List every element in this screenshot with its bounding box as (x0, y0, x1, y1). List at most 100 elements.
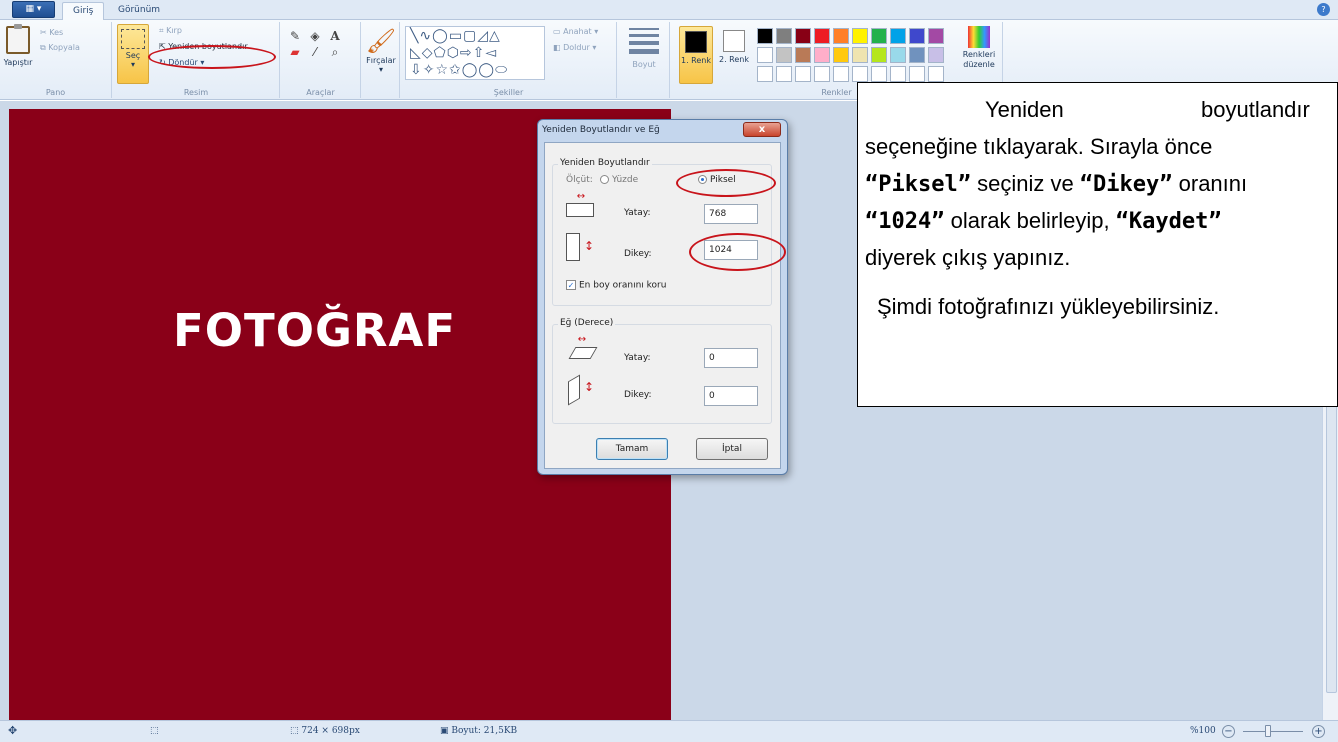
percent-radio[interactable]: Yüzde (600, 175, 638, 185)
group-size: Boyut (618, 22, 670, 98)
callout-word-1: Yeniden (985, 97, 1064, 122)
group-clipboard: Yapıştır ✂ Kes ⧉ Kopyala Pano (0, 22, 112, 98)
color-swatch[interactable] (852, 47, 868, 63)
edit-colors-button[interactable]: Renkleri düzenle (959, 26, 999, 70)
color-swatch[interactable] (757, 28, 773, 44)
crop-button[interactable]: ⌗ Kırp (159, 25, 182, 37)
color-swatch[interactable] (833, 28, 849, 44)
cut-button[interactable]: ✂ Kes (40, 27, 63, 39)
fill-label: Doldur ▾ (563, 43, 597, 52)
brushes-button[interactable]: 🖌 Fırçalar ▾ (364, 26, 398, 74)
magnifier-icon[interactable]: ⌕ (328, 45, 342, 59)
select-label: Seç (125, 51, 141, 60)
text-tool-icon[interactable]: A (328, 29, 342, 43)
width-input[interactable]: 768 (704, 204, 758, 224)
width-label: Yatay: (624, 208, 651, 218)
callout-save: “Kaydet” (1115, 209, 1222, 234)
color-swatch[interactable] (833, 47, 849, 63)
palette-row-2 (757, 47, 957, 64)
ribbon-tab-strip: ▦ ▾ Giriş Görünüm ? (0, 0, 1338, 20)
instruction-callout: Yeniden boyutlandır seçeneğine tıklayara… (857, 82, 1338, 407)
clipboard-icon (6, 24, 30, 54)
color2-label: 2. Renk (719, 55, 749, 64)
fill-bucket-icon[interactable]: ◈ (308, 29, 322, 43)
color-swatch[interactable] (814, 28, 830, 44)
resize-group-label: Yeniden Boyutlandır (558, 158, 652, 168)
color-swatch[interactable] (757, 66, 773, 82)
color-swatch[interactable] (871, 47, 887, 63)
cancel-button[interactable]: İptal (696, 438, 768, 460)
color-swatch[interactable] (890, 47, 906, 63)
color-picker-icon[interactable]: ⁄ (308, 45, 322, 59)
copy-button[interactable]: ⧉ Kopyala (40, 42, 80, 54)
paste-button[interactable]: Yapıştır (2, 24, 34, 67)
color-swatch[interactable] (795, 47, 811, 63)
color2-swatch (723, 30, 745, 52)
color-swatch[interactable] (909, 47, 925, 63)
color-swatch[interactable] (776, 47, 792, 63)
horizontal-skew-icon: ↔ (566, 335, 598, 362)
color-swatch[interactable] (795, 66, 811, 82)
skew-horizontal-label: Yatay: (624, 353, 651, 363)
color-swatch[interactable] (928, 66, 944, 82)
palette-row-3 (757, 66, 957, 83)
select-button[interactable]: Seç ▾ (117, 24, 149, 84)
color-swatch[interactable] (890, 66, 906, 82)
color-swatch[interactable] (814, 66, 830, 82)
dimensions-label: 724 × 698px (301, 726, 360, 736)
color-swatch[interactable] (909, 66, 925, 82)
color-swatch[interactable] (776, 66, 792, 82)
color-swatch[interactable] (852, 28, 868, 44)
zoom-slider-thumb[interactable] (1265, 725, 1271, 737)
color-swatch[interactable] (776, 28, 792, 44)
color-palette (757, 28, 957, 85)
size-button[interactable]: Boyut (626, 26, 662, 69)
cut-label: Kes (49, 28, 64, 37)
color-swatch[interactable] (795, 28, 811, 44)
color-swatch[interactable] (814, 47, 830, 63)
tab-home[interactable]: Giriş (62, 2, 105, 20)
callout-value: “1024” (865, 209, 945, 234)
zoom-in-button[interactable]: + (1312, 725, 1325, 738)
resize-highlight-ellipse (148, 45, 276, 69)
color2-button[interactable]: 2. Renk (717, 26, 751, 84)
pencil-icon[interactable]: ✎ (288, 29, 302, 43)
color-swatch[interactable] (890, 28, 906, 44)
selection-icon (121, 29, 145, 49)
keep-ratio-checkbox[interactable]: ✓ En boy oranını koru (566, 280, 666, 291)
status-bar: ✥ ⬚ ⬚ 724 × 698px ▣ Boyut: 21,5KB %100 −… (0, 720, 1338, 742)
callout-line-3: “Piksel” seçiniz ve “Dikey” oranını (865, 165, 1333, 203)
callout-line-4-mid: olarak belirleyip, (944, 208, 1116, 233)
color-swatch[interactable] (871, 28, 887, 44)
zoom-out-button[interactable]: − (1222, 725, 1235, 738)
close-icon[interactable]: x (743, 122, 781, 137)
group-label-tools: Araçlar (306, 88, 335, 97)
horizontal-resize-icon: ↔ (566, 192, 596, 219)
percent-label: Yüzde (612, 175, 639, 185)
shapes-gallery[interactable]: ╲∿◯▭▢◿△ ◺◇⬠⬡⇨⇧◅ ⇩✧☆✩◯◯⬭ (405, 26, 545, 80)
height-highlight-ellipse (689, 233, 786, 271)
paste-label: Yapıştır (3, 58, 33, 67)
tab-view[interactable]: Görünüm (108, 2, 170, 20)
help-icon[interactable]: ? (1317, 3, 1330, 16)
color1-button[interactable]: 1. Renk (679, 26, 713, 84)
group-tools: ✎ ◈ A ▰ ⁄ ⌕ Araçlar (281, 22, 361, 98)
selection-size-icon: ⬚ (150, 726, 159, 736)
color-swatch[interactable] (928, 28, 944, 44)
color-swatch[interactable] (909, 28, 925, 44)
zoom-slider[interactable] (1243, 731, 1303, 732)
outline-button[interactable]: ▭ Anahat ▾ (553, 26, 598, 38)
app-menu-button[interactable]: ▦ ▾ (12, 1, 55, 18)
fill-button[interactable]: ◧ Doldur ▾ (553, 42, 596, 54)
color-swatch[interactable] (833, 66, 849, 82)
ok-button[interactable]: Tamam (596, 438, 668, 460)
outline-label: Anahat ▾ (563, 27, 599, 36)
skew-vertical-input[interactable]: 0 (704, 386, 758, 406)
color-swatch[interactable] (852, 66, 868, 82)
skew-horizontal-input[interactable]: 0 (704, 348, 758, 368)
eraser-icon[interactable]: ▰ (288, 45, 302, 59)
group-label-shapes: Şekiller (493, 88, 524, 97)
color-swatch[interactable] (757, 47, 773, 63)
color-swatch[interactable] (871, 66, 887, 82)
color-swatch[interactable] (928, 47, 944, 63)
